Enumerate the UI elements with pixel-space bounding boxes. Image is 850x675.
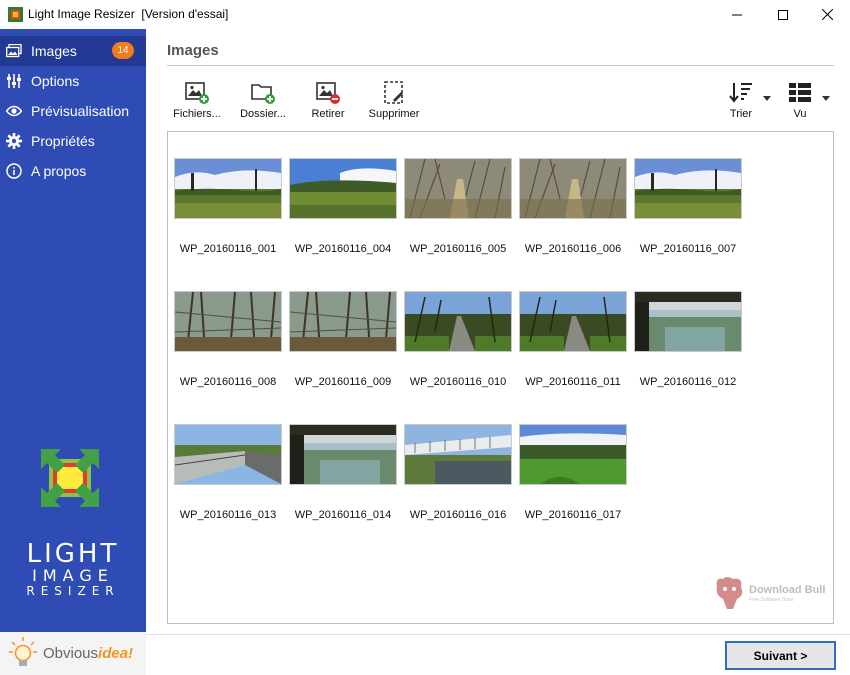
thumbnail-image (404, 158, 512, 219)
sidebar-item-preview[interactable]: Prévisualisation (0, 96, 146, 126)
thumbnail-caption: WP_20160116_014 (294, 509, 392, 521)
window-title: Light Image Resizer [Version d'essai] (28, 7, 229, 21)
brand-line-1: LIGHT (26, 539, 120, 569)
vendor-name: Obviousidea! (43, 645, 133, 662)
brand-line-3: RESIZER (26, 584, 120, 598)
sort-icon (729, 83, 752, 103)
thumbnail-caption: WP_20160116_010 (409, 376, 507, 388)
remove-image-icon (316, 82, 340, 104)
sort-dropdown-chevron-down-icon[interactable] (763, 96, 771, 102)
image-count-badge: 14 (112, 42, 134, 59)
image-gallery[interactable]: WP_20160116_001 WP_20160116_004 WP_2016011… (167, 131, 834, 624)
sliders-icon (6, 73, 22, 89)
thumbnail-caption: WP_20160116_008 (179, 376, 277, 388)
delete-selection-icon (384, 81, 403, 104)
thumbnail-image (404, 424, 512, 485)
delete-label: Supprimer (368, 108, 420, 120)
sidebar-item-properties[interactable]: Propriétés (0, 126, 146, 156)
app-icon (8, 7, 23, 22)
sort-label: Trier (729, 108, 753, 120)
close-icon (821, 9, 833, 20)
sidebar-item-about[interactable]: A propos (0, 156, 146, 186)
thumbnail-caption: WP_20160116_007 (639, 243, 737, 255)
thumbnail-image (519, 158, 627, 219)
thumbnail-caption: WP_20160116_001 (179, 243, 277, 255)
add-folder-icon (251, 84, 275, 104)
thumbnail-image (519, 424, 627, 485)
add-image-icon (185, 82, 209, 104)
watermark: Download Bull Free Software Store (713, 573, 826, 613)
sidebar: Images 14 Options Prévisualisation Propr… (0, 29, 146, 675)
thumbnail-caption: WP_20160116_017 (524, 509, 622, 521)
page-title: Images (167, 42, 219, 59)
minimize-button[interactable] (714, 0, 760, 29)
thumbnail-image (289, 424, 397, 485)
maximize-button[interactable] (760, 0, 806, 29)
sidebar-item-label: Options (31, 73, 80, 89)
delete-button[interactable]: Supprimer (364, 80, 424, 122)
watermark-title: Download Bull (749, 584, 826, 596)
thumbnail-caption: WP_20160116_011 (525, 376, 621, 388)
vendor-logo[interactable]: Obviousidea! (0, 632, 146, 675)
sidebar-item-label: A propos (31, 163, 87, 179)
title-divider (167, 65, 834, 66)
light-image-resizer-logo-icon (41, 449, 99, 507)
maximize-icon (778, 9, 788, 20)
images-icon (6, 43, 22, 59)
sidebar-nav: Images 14 Options Prévisualisation Propr… (0, 36, 146, 186)
eye-icon (6, 103, 22, 119)
vendor-name-accent: idea! (98, 645, 134, 662)
thumbnail-image (634, 291, 742, 352)
gear-icon (6, 133, 22, 149)
view-list-icon (789, 83, 811, 102)
sidebar-item-label: Prévisualisation (31, 103, 130, 119)
view-label: Vu (793, 108, 807, 120)
view-dropdown-chevron-down-icon[interactable] (822, 96, 830, 102)
thumbnail-caption: WP_20160116_016 (409, 509, 507, 521)
add-folder-button[interactable]: Dossier... (235, 80, 291, 122)
lightbulb-icon (9, 637, 37, 666)
remove-button[interactable]: Retirer (303, 80, 353, 122)
thumbnail-caption: WP_20160116_006 (524, 243, 622, 255)
sidebar-item-options[interactable]: Options (0, 66, 146, 96)
thumbnail-caption: WP_20160116_012 (639, 376, 737, 388)
bull-logo-icon (716, 577, 743, 609)
thumbnail-image (404, 291, 512, 352)
sidebar-item-label: Propriétés (31, 133, 95, 149)
sidebar-item-images[interactable]: Images 14 (0, 36, 146, 66)
sort-button[interactable]: Trier (723, 80, 759, 122)
thumbnail-image (289, 158, 397, 219)
view-button[interactable]: Vu (783, 80, 817, 122)
remove-label: Retirer (311, 108, 345, 120)
vendor-name-plain: Obvious (43, 645, 99, 662)
add-folder-label: Dossier... (240, 108, 286, 120)
add-files-button[interactable]: Fichiers... (168, 80, 226, 122)
sidebar-item-label: Images (31, 43, 77, 59)
watermark-subtitle: Free Software Store (749, 597, 794, 603)
add-files-label: Fichiers... (173, 108, 221, 120)
thumbnail-caption: WP_20160116_004 (294, 243, 392, 255)
info-icon (6, 163, 22, 179)
footer-divider (146, 634, 850, 635)
next-button[interactable]: Suivant > (725, 641, 836, 670)
thumbnail-image (289, 291, 397, 352)
brand-line-2: IMAGE (32, 566, 114, 585)
thumbnail-image (634, 158, 742, 219)
title-bar: Light Image Resizer [Version d'essai] (0, 0, 850, 29)
thumbnail-caption: WP_20160116_005 (409, 243, 507, 255)
close-button[interactable] (804, 0, 850, 29)
thumbnail-image (174, 158, 282, 219)
thumbnail-caption: WP_20160116_013 (179, 509, 277, 521)
thumbnail-caption: WP_20160116_009 (294, 376, 392, 388)
thumbnail-image (174, 291, 282, 352)
thumbnail-image (174, 424, 282, 485)
thumbnail-image (519, 291, 627, 352)
minimize-icon (732, 14, 742, 15)
